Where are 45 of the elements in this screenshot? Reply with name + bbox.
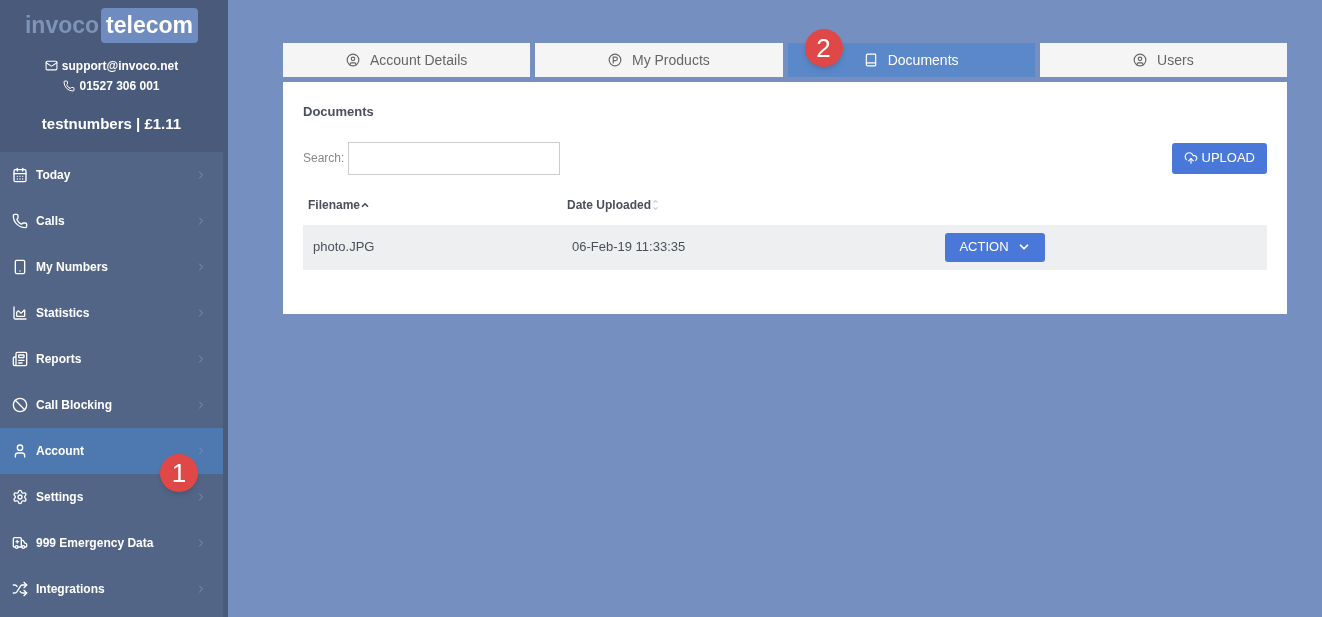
sidebar-label: Account [36, 443, 85, 460]
upload-button[interactable]: UPLOAD [1171, 142, 1267, 174]
newspaper-icon [12, 351, 28, 367]
block-icon [12, 397, 28, 413]
logo-bubble: telecom [101, 8, 199, 43]
logo-text: invoco [24, 11, 100, 40]
search-label: Search: [303, 150, 345, 167]
calendar-icon [12, 167, 28, 183]
column-header[interactable]: Filename [308, 195, 361, 214]
sidebar-label: Today [36, 167, 72, 184]
action-button[interactable]: ACTION [945, 232, 1045, 262]
sidebar-label: Reports [36, 351, 83, 368]
sidebar-label: Calls [36, 213, 66, 230]
shuffle-icon [12, 581, 28, 597]
account-balance: testnumbers | £1.11 [41, 113, 182, 134]
date-cell-text: 06-Feb-19 11:33:35 [572, 238, 687, 257]
tab[interactable]: Account Details [283, 43, 531, 77]
sidebar-label: Statistics [36, 305, 91, 322]
user-circle-icon [346, 53, 360, 67]
sidebar-label: Settings [36, 489, 85, 506]
parking-circle-icon [607, 53, 622, 67]
phone-device-icon [12, 259, 28, 275]
phone-icon [63, 79, 76, 92]
phone-icon [12, 213, 28, 229]
column-header[interactable]: Date Uploaded [567, 195, 651, 214]
sidebar-label: Integrations [36, 581, 106, 598]
settings-icon [12, 489, 28, 505]
user-circle-icon [1133, 53, 1148, 67]
tab[interactable]: Users [1039, 43, 1287, 77]
mail-icon [44, 59, 58, 72]
cloud-upload-icon [1183, 151, 1198, 165]
support-phone: 01527 306 001 [79, 77, 160, 95]
panel-title: Documents [303, 103, 375, 121]
book-icon [863, 53, 878, 67]
tab[interactable]: My Products [535, 43, 783, 77]
sidebar-label: Call Blocking [36, 397, 113, 414]
step-badge: 2 [804, 29, 843, 67]
area-chart-icon [12, 305, 28, 321]
sidebar-label: My Numbers [36, 259, 110, 276]
support-email[interactable]: support@invoco.net [61, 56, 179, 75]
ambulance-icon [12, 535, 28, 551]
sidebar-label: 999 Emergency Data [36, 535, 155, 552]
user-icon [12, 443, 28, 459]
filename-cell-text: photo.JPG [312, 238, 376, 257]
search-field[interactable] [348, 141, 561, 175]
